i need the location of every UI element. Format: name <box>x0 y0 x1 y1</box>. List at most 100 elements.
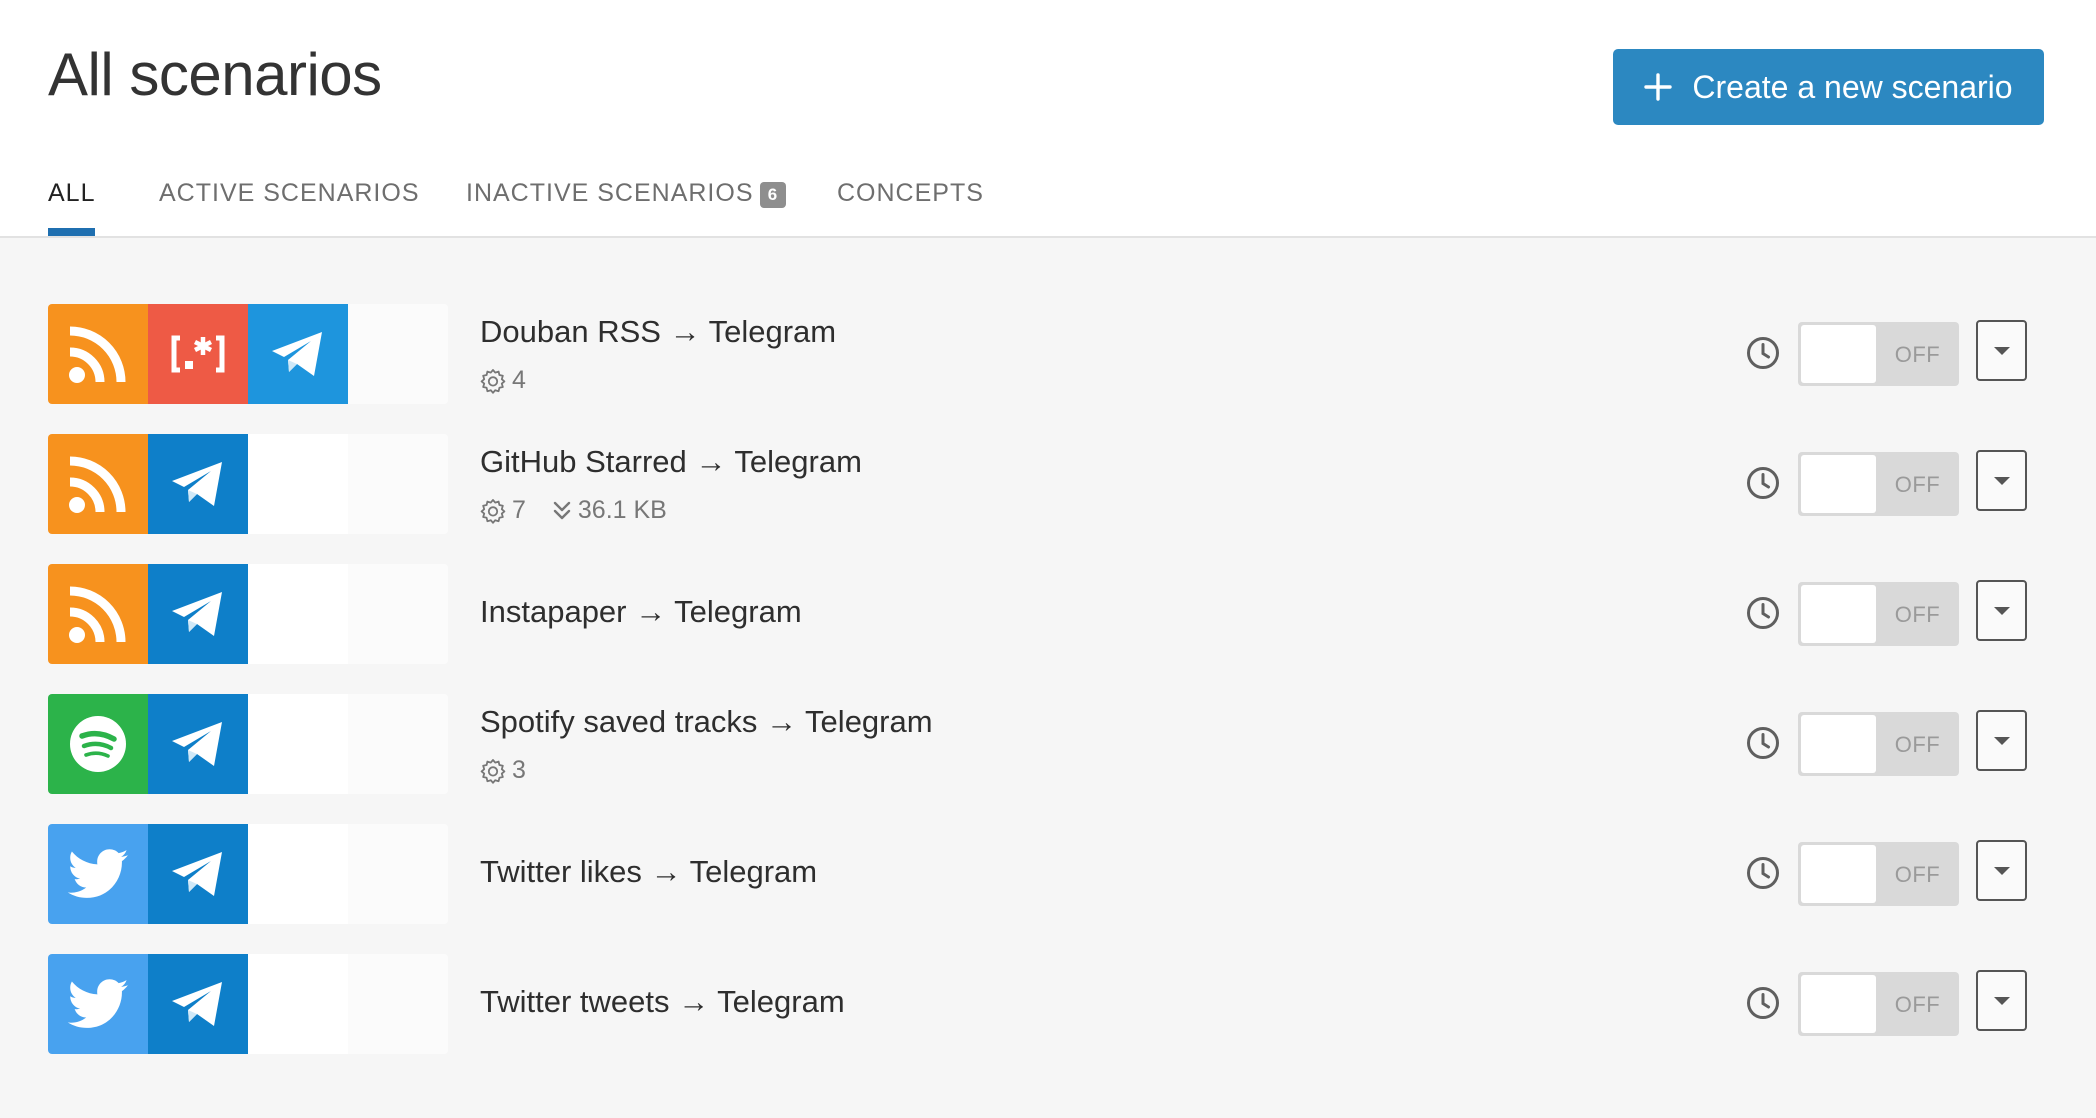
empty-app-slot <box>348 434 448 534</box>
plus-icon <box>1644 73 1673 101</box>
clock-icon[interactable] <box>1746 466 1780 500</box>
empty-app-slot <box>248 564 348 664</box>
scenario-row[interactable]: Spotify saved tracks → Telegram 3 OFF <box>0 694 2096 794</box>
scenario-name[interactable]: Douban RSS → Telegram <box>480 314 836 350</box>
data-transfer-value: 36.1 KB <box>577 496 667 524</box>
scenario-app-icons <box>48 304 448 404</box>
scenario-menu-button[interactable] <box>1976 710 2027 771</box>
clock-icon[interactable] <box>1746 856 1780 890</box>
tab-active-scenarios[interactable]: ACTIVE SCENARIOS <box>159 170 420 236</box>
gear-icon <box>480 758 506 784</box>
regex-icon <box>148 304 248 404</box>
scenario-toggle[interactable]: OFF <box>1798 842 1959 906</box>
tab-inactive-scenarios[interactable]: INACTIVE SCENARIOS 6 <box>466 170 786 236</box>
empty-app-slot <box>348 694 448 794</box>
twitter-icon <box>48 954 148 1054</box>
twitter-icon <box>48 824 148 924</box>
scenario-name[interactable]: Twitter tweets → Telegram <box>480 984 845 1020</box>
clock-icon[interactable] <box>1746 336 1780 370</box>
empty-app-slot <box>348 304 448 404</box>
toggle-state-label: OFF <box>1894 472 1941 497</box>
scenario-row[interactable]: Instapaper → Telegram OFF <box>0 564 2096 664</box>
empty-app-slot <box>348 954 448 1054</box>
scenario-app-icons <box>48 954 448 1054</box>
scenario-toggle[interactable]: OFF <box>1798 582 1959 646</box>
telegram-icon <box>248 304 348 404</box>
empty-app-slot <box>348 824 448 924</box>
clock-icon[interactable] <box>1746 726 1780 760</box>
scenario-app-icons <box>48 564 448 664</box>
empty-app-slot <box>248 694 348 794</box>
scenario-app-icons <box>48 434 448 534</box>
create-scenario-button[interactable]: Create a new scenario <box>1613 49 2044 125</box>
operations-count: 7 <box>480 496 526 525</box>
tab-active-scenarios-label: ACTIVE SCENARIOS <box>159 179 420 207</box>
empty-app-slot <box>248 824 348 924</box>
empty-app-slot <box>348 564 448 664</box>
telegram-icon <box>148 824 248 924</box>
scenario-app-icons <box>48 824 448 924</box>
caret-down-icon <box>1993 346 2010 355</box>
clock-icon[interactable] <box>1746 986 1780 1020</box>
scenario-menu-button[interactable] <box>1976 970 2027 1031</box>
scenario-toggle[interactable]: OFF <box>1798 712 1959 776</box>
scenario-name[interactable]: Twitter likes → Telegram <box>480 854 817 890</box>
toggle-knob <box>1801 975 1876 1033</box>
scenario-name[interactable]: Spotify saved tracks → Telegram <box>480 704 933 740</box>
operations-count: 3 <box>480 756 526 785</box>
caret-down-icon <box>1993 606 2010 615</box>
rss-icon <box>48 564 148 664</box>
scenario-menu-button[interactable] <box>1976 840 2027 901</box>
scenario-app-icons <box>48 694 448 794</box>
toggle-knob <box>1801 325 1876 383</box>
scenario-meta: 7 36.1 KB <box>480 496 693 525</box>
caret-down-icon <box>1993 476 2010 485</box>
tab-concepts[interactable]: CONCEPTS <box>837 170 984 236</box>
scenario-toggle[interactable]: OFF <box>1798 452 1959 516</box>
operations-count: 4 <box>480 366 526 395</box>
scenario-menu-button[interactable] <box>1976 450 2027 511</box>
toggle-state-label: OFF <box>1894 992 1941 1017</box>
page-header: All scenarios Create a new scenario ALL … <box>0 0 2096 238</box>
toggle-state-label: OFF <box>1894 342 1941 367</box>
toggle-knob <box>1801 845 1876 903</box>
caret-down-icon <box>1993 736 2010 745</box>
scenario-row[interactable]: GitHub Starred → Telegram 7 36.1 KB OFF <box>0 434 2096 534</box>
caret-down-icon <box>1993 866 2010 875</box>
scenario-row[interactable]: Douban RSS → Telegram 4 OFF <box>0 304 2096 404</box>
rss-icon <box>48 304 148 404</box>
inactive-count-badge: 6 <box>759 182 786 208</box>
scenario-row[interactable]: Twitter tweets → Telegram OFF <box>0 954 2096 1054</box>
page-title: All scenarios <box>48 41 382 108</box>
data-transfer: 36.1 KB <box>552 496 667 525</box>
active-tab-indicator <box>48 228 96 236</box>
scenario-toggle[interactable]: OFF <box>1798 972 1959 1036</box>
toggle-state-label: OFF <box>1894 732 1941 757</box>
caret-down-icon <box>1993 996 2010 1005</box>
scenario-menu-button[interactable] <box>1976 320 2027 381</box>
clock-icon[interactable] <box>1746 596 1780 630</box>
tab-all-label: ALL <box>48 179 96 207</box>
scenario-name[interactable]: GitHub Starred → Telegram <box>480 444 862 480</box>
scenario-name[interactable]: Instapaper → Telegram <box>480 594 802 630</box>
scenario-meta: 3 <box>480 756 552 785</box>
telegram-icon <box>148 564 248 664</box>
create-scenario-label: Create a new scenario <box>1692 68 2013 105</box>
gear-icon <box>480 368 506 394</box>
scenario-row[interactable]: Twitter likes → Telegram OFF <box>0 824 2096 924</box>
toggle-state-label: OFF <box>1894 602 1941 627</box>
toggle-knob <box>1801 715 1876 773</box>
scenario-toggle[interactable]: OFF <box>1798 322 1959 386</box>
empty-app-slot <box>248 954 348 1054</box>
tab-all[interactable]: ALL <box>48 170 96 236</box>
scenario-menu-button[interactable] <box>1976 580 2027 641</box>
toggle-knob <box>1801 585 1876 643</box>
scenario-tabs: ALL ACTIVE SCENARIOS INACTIVE SCENARIOS 6… <box>0 170 1200 236</box>
gear-icon <box>480 498 506 524</box>
tab-inactive-scenarios-label: INACTIVE SCENARIOS <box>466 179 754 207</box>
scenario-meta: 4 <box>480 366 552 395</box>
toggle-state-label: OFF <box>1894 862 1941 887</box>
operations-value: 7 <box>512 496 526 524</box>
toggle-knob <box>1801 455 1876 513</box>
double-chevron-down-icon <box>553 501 571 519</box>
